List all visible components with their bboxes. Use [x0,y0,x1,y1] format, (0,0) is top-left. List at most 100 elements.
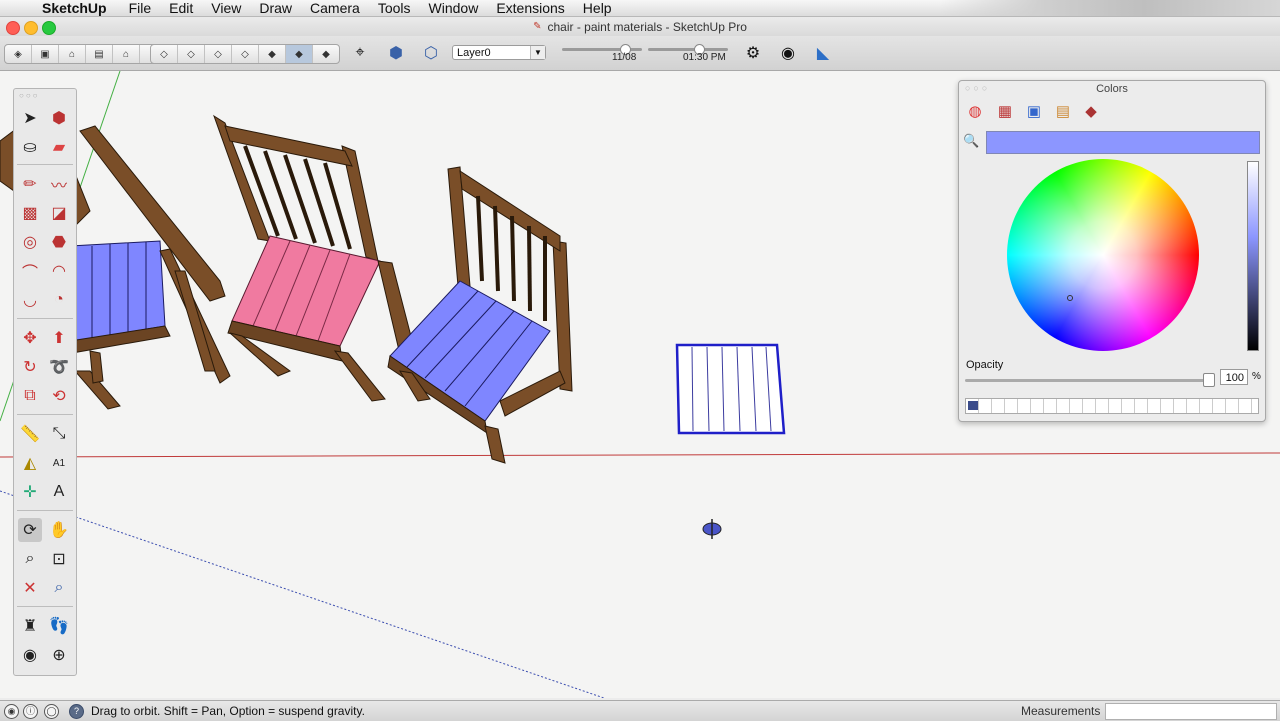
line-tool-icon[interactable]: ✏ [18,172,42,196]
select-tool-icon[interactable]: ➤ [18,106,42,130]
make-component-icon[interactable]: ⬢ [47,106,71,130]
rectangle-tool-icon[interactable]: ▩ [18,201,42,225]
menu-tools[interactable]: Tools [378,0,411,16]
previous-view-icon[interactable]: ⌕ [47,576,71,600]
look-around-tool-icon[interactable]: ◉ [18,643,42,667]
right-view-icon[interactable]: ▤ [86,45,113,63]
menu-help[interactable]: Help [583,0,612,16]
color-wheel-tab-icon[interactable]: ◍ [964,101,986,121]
move-tool-icon[interactable]: ✥ [18,326,42,350]
orbit-cursor-icon [702,519,722,539]
3d-text-icon[interactable]: A [47,480,71,504]
component-icon[interactable]: ⬡ [420,42,442,64]
layer-select[interactable]: Layer0 ▼ [452,45,546,60]
current-color-swatch[interactable] [986,131,1260,154]
xray-icon[interactable]: ◇ [151,45,178,63]
freehand-tool-icon[interactable]: 〰 [47,172,71,196]
send-to-layout-icon[interactable]: ◣ [812,42,834,64]
dimension-tool-icon[interactable]: ⤡ [47,422,71,446]
opacity-slider-knob[interactable] [1203,373,1215,387]
circle-tool-icon[interactable]: ◎ [18,230,42,254]
shaded-textures-icon[interactable]: ◆ [286,45,313,63]
measurements-input[interactable] [1105,703,1277,720]
section-plane-tool-icon[interactable]: ⊕ [47,643,71,667]
menu-draw[interactable]: Draw [259,0,292,16]
window-minimize-button[interactable] [24,21,38,35]
back-edges-icon[interactable]: ◇ [178,45,205,63]
brightness-slider[interactable] [1247,161,1259,351]
menu-extensions[interactable]: Extensions [496,0,564,16]
zoom-extents-icon[interactable]: ✕ [18,576,42,600]
rotated-rectangle-icon[interactable]: ◪ [47,201,71,225]
saved-swatch[interactable] [968,401,978,410]
shadow-date-slider[interactable] [562,44,642,55]
rotate-tool-icon[interactable]: ↻ [18,355,42,379]
color-wheel-picker[interactable] [1067,295,1073,301]
opacity-value-field[interactable]: 100 [1220,369,1248,385]
zoom-window-icon[interactable]: ⊡ [47,547,71,571]
pie-tool-icon[interactable]: ◔ [47,288,71,312]
monochrome-icon[interactable]: ◆ [313,45,339,63]
window-close-button[interactable] [6,21,20,35]
user-icon[interactable]: ◯ [44,704,59,719]
color-palettes-tab-icon[interactable]: ▣ [1023,101,1045,121]
menu-view[interactable]: View [211,0,241,16]
window-title-bar: ✎ chair - paint materials - SketchUp Pro [0,17,1280,36]
seat-panel-selected[interactable] [675,343,786,435]
walk-tool-icon[interactable]: 👣 [47,614,71,638]
menu-app-name[interactable]: SketchUp [42,0,107,16]
menu-edit[interactable]: Edit [169,0,193,16]
tape-measure-icon[interactable]: 📏 [18,422,42,446]
credits-icon[interactable]: ⓘ [23,704,38,719]
walkthrough-camera-icon[interactable]: ⚙ [742,42,764,64]
menu-bar: SketchUp File Edit View Draw Camera Tool… [0,0,1280,17]
top-view-icon[interactable]: ▣ [32,45,59,63]
offset-tool-icon[interactable]: ⟲ [47,384,71,408]
color-sliders-tab-icon[interactable]: ▦ [994,101,1016,121]
shaded-icon[interactable]: ◆ [259,45,286,63]
zoom-tool-icon[interactable]: ⌕ [18,547,42,571]
shadow-time-slider[interactable] [648,44,728,55]
menubar-decoration [940,0,1280,16]
paint-bucket-icon[interactable]: ⛀ [18,135,42,159]
magnifier-icon[interactable]: 🔍 [963,133,979,149]
saved-swatches[interactable] [965,398,1259,414]
iso-view-icon[interactable]: ◈ [5,45,32,63]
back-view-icon[interactable]: ⌂ [113,45,140,63]
position-camera-icon[interactable]: ⌖ [349,42,371,64]
follow-me-icon[interactable]: ➰ [47,355,71,379]
hidden-line-icon[interactable]: ◇ [232,45,259,63]
section-plane-icon[interactable]: ⬢ [385,42,407,64]
crayons-tab-icon[interactable]: ◆ [1080,101,1102,121]
polygon-tool-icon[interactable]: ⬣ [47,230,71,254]
main-toolbar: ◈ ▣ ⌂ ▤ ⌂ ⌂ ◇ ◇ ◇ ◇ ◆ ◆ ◆ [0,36,1280,71]
push-pull-icon[interactable]: ⬆ [47,326,71,350]
opacity-slider[interactable] [965,379,1210,382]
color-wheel[interactable] [1007,159,1199,351]
shadow-date-label: 11/08 [612,52,637,63]
look-around-icon[interactable]: ◉ [777,42,799,64]
front-view-icon[interactable]: ⌂ [59,45,86,63]
eraser-icon[interactable]: ▰ [47,135,71,159]
chair-right[interactable] [387,166,573,464]
help-icon[interactable]: ? [69,704,84,719]
three-point-arc-icon[interactable]: ◡ [18,288,42,312]
window-zoom-button[interactable] [42,21,56,35]
axes-tool-icon[interactable]: ✛ [18,480,42,504]
menu-window[interactable]: Window [429,0,479,16]
protractor-icon[interactable]: ◭ [18,451,42,475]
menu-camera[interactable]: Camera [310,0,360,16]
image-palettes-tab-icon[interactable]: ▤ [1052,101,1074,121]
pan-tool-icon[interactable]: ✋ [47,518,71,542]
arc-tool-icon[interactable]: ⌒ [18,259,42,283]
window-title: chair - paint materials - SketchUp Pro [547,19,747,34]
position-camera-tool-icon[interactable]: ♜ [18,614,42,638]
orbit-tool-icon[interactable]: ⟳ [18,518,42,542]
text-tool-icon[interactable]: A1 [47,451,71,475]
styles-toolbar-group: ◇ ◇ ◇ ◇ ◆ ◆ ◆ [150,44,340,64]
scale-tool-icon[interactable]: ⧉ [18,384,42,408]
two-point-arc-icon[interactable]: ◠ [47,259,71,283]
menu-file[interactable]: File [129,0,152,16]
wireframe-icon[interactable]: ◇ [205,45,232,63]
geo-location-icon[interactable]: ◉ [4,704,19,719]
